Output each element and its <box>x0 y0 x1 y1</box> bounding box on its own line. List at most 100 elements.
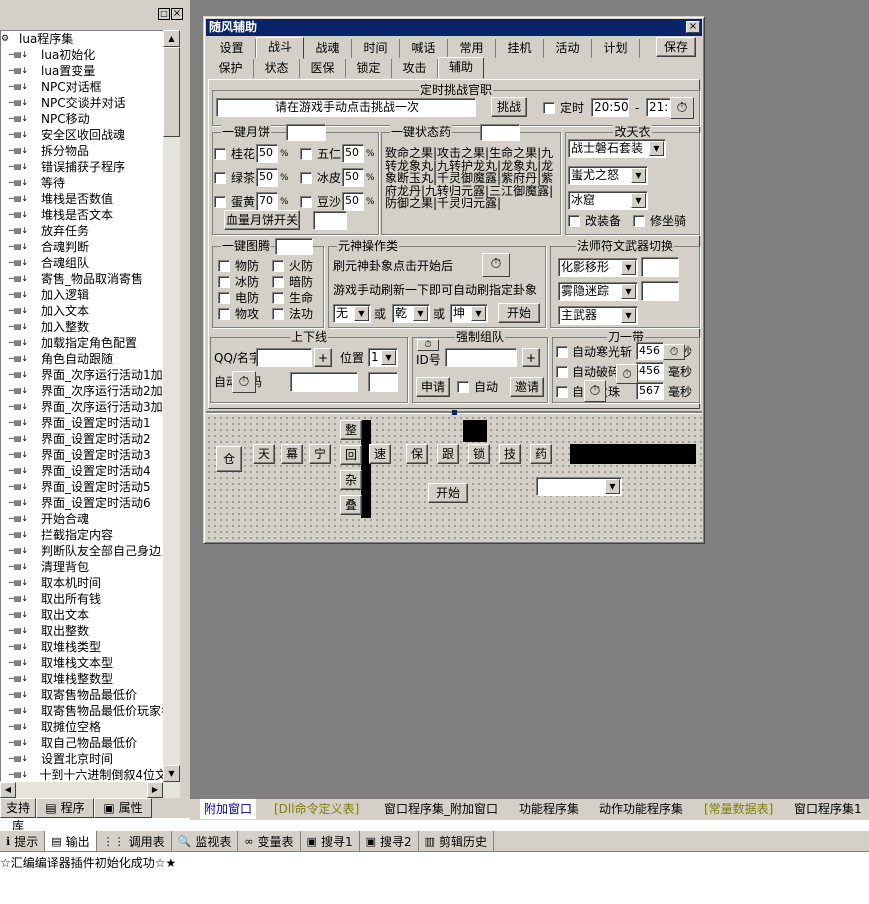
tree-item[interactable]: ─▤↓ 取本机时间 <box>1 575 179 591</box>
totem-checkbox[interactable] <box>218 260 230 272</box>
cang-button[interactable]: 仓 <box>216 446 242 472</box>
output-tab[interactable]: ∞ 变量表 <box>238 831 301 851</box>
yuanshen-select3[interactable]: 坤 ▼ <box>450 304 488 323</box>
tab-row1-item[interactable]: 时间 <box>352 39 400 58</box>
bottom-tab[interactable]: 窗口程序集1 <box>790 799 866 819</box>
blade-checkbox[interactable] <box>556 346 568 358</box>
tab-row1-item[interactable]: 喊话 <box>400 39 448 58</box>
scroll-thumb[interactable] <box>163 47 180 137</box>
tree-item[interactable]: ─▤↓ 堆栈是否文本 <box>1 207 179 223</box>
designer-vbutton[interactable]: 杂 <box>340 470 362 490</box>
bottom-tab[interactable]: [Dll命令定义表] <box>270 799 363 819</box>
tree-item[interactable]: ─▤↓ lua初始化 <box>1 47 179 63</box>
bottom-tab[interactable]: 功能程序集 <box>515 799 583 819</box>
qq-add-button[interactable]: + <box>314 348 332 367</box>
tree-item[interactable]: ─▤↓ 寄售_物品取消寄售 <box>1 271 179 287</box>
tree-item[interactable]: ─▤↓ 取出整数 <box>1 623 179 639</box>
window-close-icon[interactable]: × <box>686 21 700 33</box>
tree-item[interactable]: ─▤↓ 加载指定角色配置 <box>1 335 179 351</box>
invite-button[interactable]: 邀请 <box>510 377 544 397</box>
totem-checkbox[interactable] <box>272 276 284 288</box>
bottom-tab[interactable]: 动作功能程序集 <box>595 799 687 819</box>
totem-checkbox[interactable] <box>218 276 230 288</box>
tree-item[interactable]: ─▤↓ 界面_设置定时活动5 <box>1 479 179 495</box>
tree-item[interactable]: ─▤↓ 取寄售物品最低价 <box>1 687 179 703</box>
mooncake-checkbox[interactable] <box>214 148 226 160</box>
scroll-left-icon[interactable]: ◀ <box>0 782 16 798</box>
bottom-tab[interactable]: 附加窗口 <box>200 799 257 819</box>
id-input[interactable] <box>445 348 517 367</box>
password-input[interactable] <box>290 372 358 392</box>
tree-item[interactable]: ─▤↓ 设置北京时间 <box>1 751 179 767</box>
save-button[interactable]: 保存 <box>656 37 696 57</box>
tree-item[interactable]: ─▤↓ NPC对话框 <box>1 79 179 95</box>
totem-title-input[interactable] <box>275 238 313 255</box>
totem-checkbox[interactable] <box>218 308 230 320</box>
designer-right-button[interactable]: 药 <box>530 444 552 464</box>
id-add-button[interactable]: + <box>522 348 540 367</box>
totem-checkbox[interactable] <box>272 292 284 304</box>
mooncake-percent-input[interactable]: 70 <box>256 192 278 211</box>
qq-input[interactable] <box>256 348 312 367</box>
designer-button[interactable]: 宁 <box>309 444 331 464</box>
mooncake-checkbox[interactable] <box>214 196 226 208</box>
tree-item[interactable]: ─▤↓ 合魂组队 <box>1 255 179 271</box>
fashi-input1[interactable] <box>641 257 679 277</box>
title-bar[interactable]: 随风辅助 × <box>206 19 702 36</box>
tree-item[interactable]: ─▤↓ 错误捕获子程序 <box>1 159 179 175</box>
bottom-tab[interactable]: [常量数据表] <box>700 799 777 819</box>
tree-item[interactable]: ─▤↓ 取摊位空格 <box>1 719 179 735</box>
blade-ms-input[interactable]: 456 <box>636 342 664 360</box>
tree-item[interactable]: ─▤↓ 界面_设置定时活动3 <box>1 447 179 463</box>
tree-item[interactable]: ─▤↓ 取出文本 <box>1 607 179 623</box>
challenge-button[interactable]: 挑战 <box>491 97 527 117</box>
fashi-combo3[interactable]: 主武器 ▼ <box>558 306 638 325</box>
designer-vbutton[interactable]: 叠 <box>340 495 362 515</box>
designer-right-button[interactable]: 保 <box>406 444 428 464</box>
output-tab[interactable]: 🔍 监视表 <box>172 831 239 851</box>
mooncake-title-input[interactable] <box>286 124 326 141</box>
tree-item[interactable]: ─▤↓ 判断队友全部自己身边 <box>1 543 179 559</box>
tree-item[interactable]: ─▤↓ 加入整数 <box>1 319 179 335</box>
clothes-combo2[interactable]: 蚩尤之怒 ▼ <box>568 166 648 185</box>
fashi-combo2[interactable]: 雾隐迷踪 ▼ <box>558 282 638 301</box>
output-tab[interactable]: ℹ 提示 <box>0 831 46 851</box>
time1-input[interactable]: 20:50 <box>591 98 629 117</box>
tree-item[interactable]: ─▤↓ 拦截指定内容 <box>1 527 179 543</box>
mooncake-checkbox[interactable] <box>300 196 312 208</box>
tree-item[interactable]: ─▤↓ 放弃任务 <box>1 223 179 239</box>
minimize-icon[interactable]: □ <box>158 8 170 20</box>
mooncake-checkbox[interactable] <box>300 172 312 184</box>
mooncake-checkbox[interactable] <box>300 148 312 160</box>
mooncake-checkbox[interactable] <box>214 172 226 184</box>
mooncake-percent-input[interactable]: 50 <box>342 144 364 163</box>
timer-checkbox[interactable] <box>543 102 555 114</box>
su-button[interactable]: 速 <box>369 444 391 464</box>
tab-row1-item[interactable]: 设置 <box>208 39 256 58</box>
tab-row1-item[interactable]: 计划 <box>592 39 640 58</box>
scroll-up-icon[interactable]: ▲ <box>163 30 180 47</box>
tree-item[interactable]: ─▤↓ 合魂判断 <box>1 239 179 255</box>
tree-item[interactable]: ─▤↓ 取出所有钱 <box>1 591 179 607</box>
tab-support-lib[interactable]: 支持库 <box>0 798 36 833</box>
tree-item[interactable]: ─▤↓ 取自己物品最低价 <box>1 735 179 751</box>
tree-view[interactable]: ⚙ lua程序集 ─▤↓ lua初始化 ─▤↓ lua置变量 ─▤↓ NPC对话框 ─▤↓ NP… <box>0 30 180 782</box>
tab-row2-item[interactable]: 保护 <box>208 59 254 78</box>
tree-item[interactable]: ─▤↓ 取寄售物品最低价玩家名 <box>1 703 179 719</box>
blade-checkbox[interactable] <box>556 386 568 398</box>
mooncake-toggle-button[interactable]: 血量月饼开关 <box>224 210 300 230</box>
tree-item[interactable]: ─▤↓ 界面_次序运行活动3加入 <box>1 399 179 415</box>
output-area[interactable]: ☆汇编编译器插件初始化成功☆★ <box>0 852 869 904</box>
tab-row1-item[interactable]: 挂机 <box>496 39 544 58</box>
tree-item[interactable]: ─▤↓ 等待 <box>1 175 179 191</box>
tree-item[interactable]: ─▤↓ 开始合魂 <box>1 511 179 527</box>
mooncake-value-input[interactable] <box>313 211 347 230</box>
designer-right-button[interactable]: 跟 <box>437 444 459 464</box>
tree-item[interactable]: ─▤↓ 加入文本 <box>1 303 179 319</box>
tree-item[interactable]: ─▤↓ 堆栈是否数值 <box>1 191 179 207</box>
tree-item[interactable]: ─▤↓ 界面_次序运行活动1加入 <box>1 367 179 383</box>
blade-ms-input[interactable]: 456 <box>636 362 664 380</box>
tree-item[interactable]: ─▤↓ 界面_次序运行活动2加入 <box>1 383 179 399</box>
tree-item[interactable]: ─▤↓ 清理背包 <box>1 559 179 575</box>
apply-button[interactable]: 申请 <box>416 377 450 397</box>
